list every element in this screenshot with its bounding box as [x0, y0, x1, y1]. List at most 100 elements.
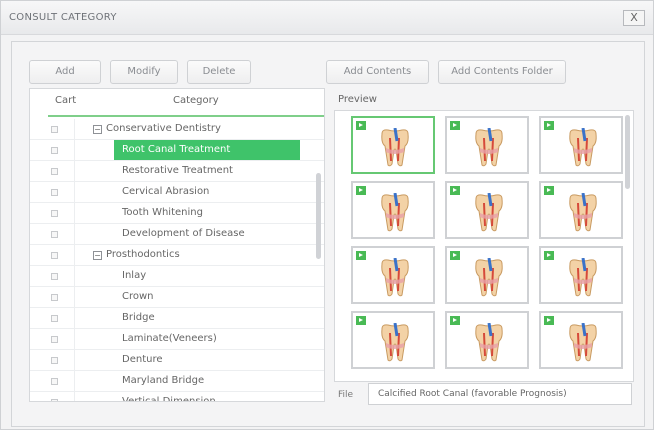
- cart-checkbox[interactable]: [51, 399, 58, 401]
- tree-item-row[interactable]: Tooth Whitening: [30, 203, 324, 224]
- tree-group-row[interactable]: − Conservative Dentistry: [30, 119, 324, 140]
- preview-thumbnail[interactable]: [351, 311, 435, 369]
- tooth-root-canal-icon: [566, 322, 600, 363]
- tree-row-label: Bridge: [122, 312, 155, 323]
- preview-scrollbar-thumb[interactable]: [625, 115, 630, 189]
- play-icon: [544, 186, 554, 195]
- tooth-root-canal-icon: [472, 257, 506, 298]
- tooth-root-canal-icon: [378, 322, 412, 363]
- cart-checkbox[interactable]: [51, 357, 58, 364]
- cart-checkbox[interactable]: [51, 315, 58, 322]
- tree-item-row[interactable]: Bridge: [30, 308, 324, 329]
- cart-checkbox[interactable]: [51, 336, 58, 343]
- row-divider: [74, 371, 75, 392]
- preview-thumbnail[interactable]: [351, 116, 435, 174]
- tree-row-label: Vertical Dimension: [122, 396, 216, 402]
- tree-item-row[interactable]: Root Canal Treatment: [30, 140, 324, 161]
- tree-row-label: Denture: [122, 354, 163, 365]
- title-bar[interactable]: CONSULT CATEGORY X: [1, 1, 653, 35]
- tree-item-row[interactable]: Development of Disease: [30, 224, 324, 245]
- tooth-root-canal-icon: [472, 192, 506, 233]
- tree-row-label: Conservative Dentistry: [106, 123, 221, 134]
- tree-item-row[interactable]: Vertical Dimension: [30, 392, 324, 402]
- row-divider: [74, 161, 75, 182]
- cart-checkbox[interactable]: [51, 231, 58, 238]
- preview-thumbnail[interactable]: [351, 246, 435, 304]
- tree-row-label: Maryland Bridge: [122, 375, 205, 386]
- file-name-field[interactable]: Calcified Root Canal (favorable Prognosi…: [368, 383, 632, 405]
- file-label: File: [338, 390, 354, 400]
- tree-item-row[interactable]: Cervical Abrasion: [30, 182, 324, 203]
- row-divider: [74, 350, 75, 371]
- tree-item-row[interactable]: Maryland Bridge: [30, 371, 324, 392]
- tree-row-label: Inlay: [122, 270, 147, 281]
- row-divider: [74, 119, 75, 140]
- preview-thumbnail[interactable]: [445, 116, 529, 174]
- tree-item-row[interactable]: Laminate(Veneers): [30, 329, 324, 350]
- row-divider: [74, 266, 75, 287]
- category-column-header: Category: [173, 95, 219, 106]
- category-tree-panel: Cart Category − Conservative Dentistry Roo…: [29, 88, 325, 402]
- play-icon: [356, 121, 366, 130]
- preview-thumbnail[interactable]: [539, 181, 623, 239]
- tree-row-label: Tooth Whitening: [122, 207, 203, 218]
- header-divider: [48, 115, 324, 117]
- row-divider: [74, 224, 75, 245]
- preview-panel: [334, 110, 634, 382]
- play-icon: [356, 251, 366, 260]
- play-icon: [356, 316, 366, 325]
- tree-item-row[interactable]: Restorative Treatment: [30, 161, 324, 182]
- collapse-icon[interactable]: −: [93, 125, 102, 134]
- preview-thumbnail[interactable]: [351, 181, 435, 239]
- row-divider: [74, 308, 75, 329]
- dialog-title: CONSULT CATEGORY: [9, 12, 117, 23]
- modify-button[interactable]: Modify: [110, 60, 178, 84]
- tooth-root-canal-icon: [378, 257, 412, 298]
- row-divider: [74, 140, 75, 161]
- add-contents-folder-button[interactable]: Add Contents Folder: [438, 60, 566, 84]
- preview-thumbnail[interactable]: [445, 181, 529, 239]
- row-divider: [74, 245, 75, 266]
- preview-thumbnail[interactable]: [539, 246, 623, 304]
- cart-checkbox[interactable]: [51, 294, 58, 301]
- tree-group-row[interactable]: − Prosthodontics: [30, 245, 324, 266]
- play-icon: [450, 316, 460, 325]
- tree-row-label: Cervical Abrasion: [122, 186, 210, 197]
- cart-checkbox[interactable]: [51, 147, 58, 154]
- cart-checkbox[interactable]: [51, 252, 58, 259]
- tooth-root-canal-icon: [472, 322, 506, 363]
- play-icon: [450, 251, 460, 260]
- preview-thumbnail[interactable]: [445, 311, 529, 369]
- consult-category-dialog: CONSULT CATEGORY X Add Modify Delete Add…: [0, 0, 654, 430]
- row-divider: [74, 287, 75, 308]
- cart-checkbox[interactable]: [51, 126, 58, 133]
- tree-row-label: Prosthodontics: [106, 249, 180, 260]
- cart-checkbox[interactable]: [51, 210, 58, 217]
- delete-button[interactable]: Delete: [187, 60, 251, 84]
- tree-row-label: Root Canal Treatment: [122, 144, 231, 155]
- cart-checkbox[interactable]: [51, 273, 58, 280]
- tree-row-label: Restorative Treatment: [122, 165, 233, 176]
- add-contents-button[interactable]: Add Contents: [326, 60, 429, 84]
- tree-scrollbar-thumb[interactable]: [316, 173, 321, 259]
- row-divider: [74, 329, 75, 350]
- tree-row-label: Crown: [122, 291, 154, 302]
- tree-item-row[interactable]: Denture: [30, 350, 324, 371]
- play-icon: [544, 316, 554, 325]
- play-icon: [544, 251, 554, 260]
- collapse-icon[interactable]: −: [93, 251, 102, 260]
- row-divider: [74, 203, 75, 224]
- cart-checkbox[interactable]: [51, 189, 58, 196]
- add-button[interactable]: Add: [29, 60, 101, 84]
- tree-item-row[interactable]: Crown: [30, 287, 324, 308]
- tooth-root-canal-icon: [566, 257, 600, 298]
- preview-thumbnail[interactable]: [539, 311, 623, 369]
- play-icon: [450, 121, 460, 130]
- close-button[interactable]: X: [623, 10, 645, 26]
- tree-item-row[interactable]: Inlay: [30, 266, 324, 287]
- preview-thumbnail[interactable]: [539, 116, 623, 174]
- preview-label: Preview: [338, 94, 377, 105]
- cart-checkbox[interactable]: [51, 168, 58, 175]
- cart-checkbox[interactable]: [51, 378, 58, 385]
- preview-thumbnail[interactable]: [445, 246, 529, 304]
